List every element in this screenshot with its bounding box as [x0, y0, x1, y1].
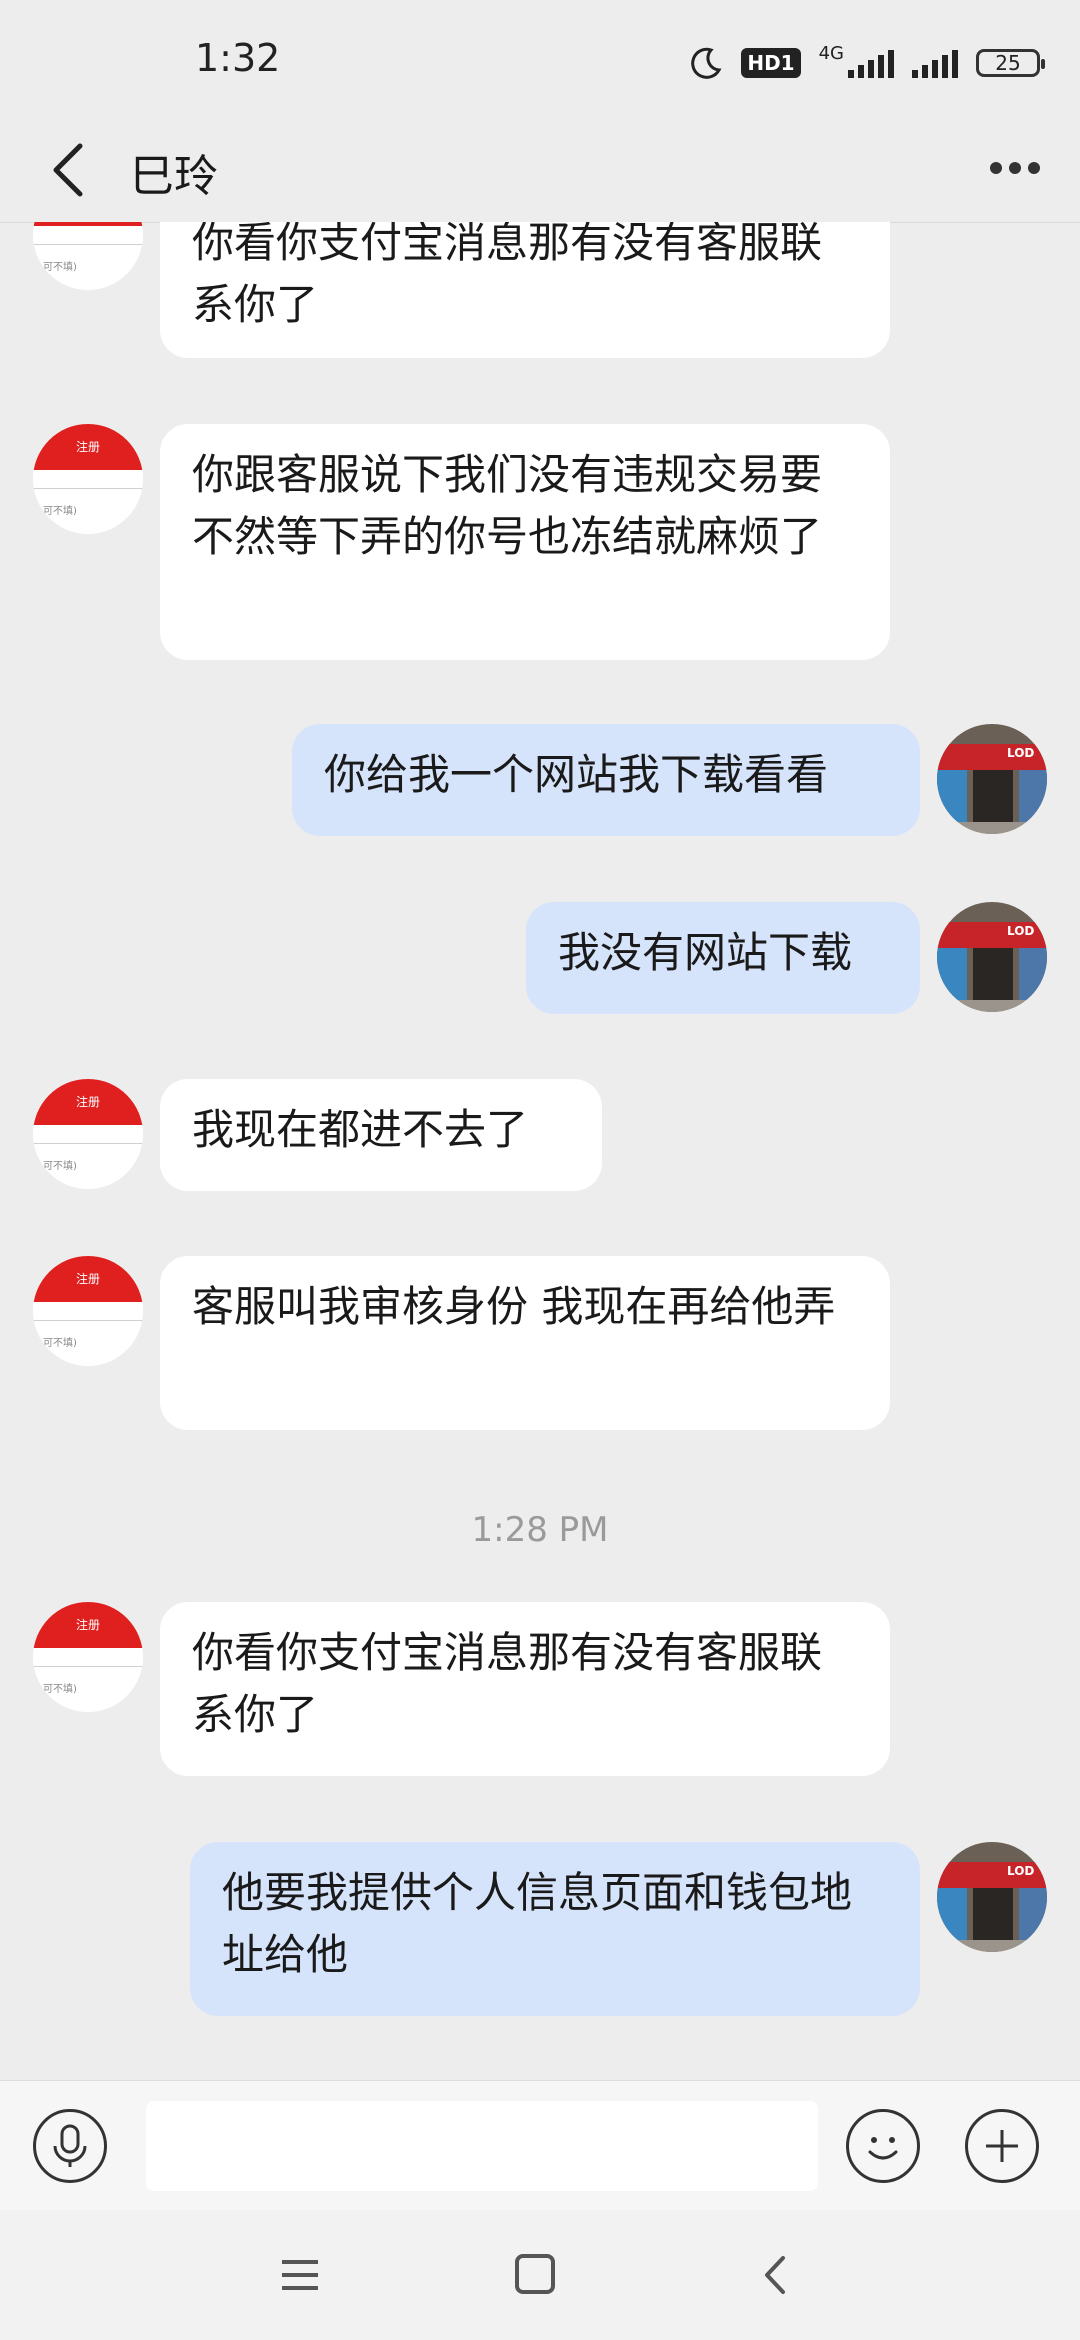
my-avatar[interactable]: LOD [937, 1842, 1047, 1952]
back-arrow-icon [53, 143, 83, 197]
back-nav-icon [765, 2256, 785, 2294]
status-time: 1:32 [195, 36, 281, 80]
message-timestamp: 1:28 PM [471, 1510, 609, 1550]
menu-icon [282, 2260, 318, 2290]
input-bar [0, 2080, 1080, 2211]
message-bubble-incoming[interactable]: 你跟客服说下我们没有违规交易要不然等下弄的你号也冻结就麻烦了 [160, 424, 890, 660]
my-avatar[interactable]: LOD [937, 724, 1047, 834]
more-dot [1009, 162, 1021, 174]
contact-avatar[interactable]: 注册 可不填) [33, 424, 143, 534]
message-bubble-outgoing[interactable]: 我没有网站下载 [526, 902, 920, 1014]
chat-header: 巳玲 [0, 120, 1080, 223]
avatar-label: 注册 [33, 1256, 143, 1302]
more-dots-icon [990, 162, 1002, 174]
avatar-sublabel: 可不填) [43, 262, 77, 273]
message-list[interactable]: 注册 可不填) 你看你支付宝消息那有没有客服联系你了 注册 可不填) 你跟客服说… [0, 222, 1080, 2080]
hd-badge: HD1 [741, 48, 801, 78]
back-button[interactable] [44, 130, 104, 210]
home-button[interactable] [505, 2250, 565, 2300]
avatar-label: 注册 [33, 1602, 143, 1648]
avatar-sublabel: 可不填) [43, 1684, 77, 1695]
contact-avatar[interactable]: 注册 可不填) [33, 1602, 143, 1712]
signal-icon [848, 48, 894, 78]
battery-icon: 25 [976, 49, 1045, 77]
avatar-sign-text: LOD [1007, 924, 1035, 938]
nav-back-button[interactable] [745, 2250, 805, 2300]
avatar-sign-text: LOD [1007, 746, 1035, 760]
emoji-icon [868, 2137, 898, 2160]
chat-title: 巳玲 [130, 151, 218, 202]
message-bubble-incoming[interactable]: 客服叫我审核身份 我现在再给他弄 [160, 1256, 890, 1430]
message-bubble-incoming[interactable]: 你看你支付宝消息那有没有客服联系你了 [160, 222, 890, 358]
avatar-label: 注册 [33, 424, 143, 470]
voice-button[interactable] [33, 2109, 107, 2183]
more-actions-button[interactable] [965, 2109, 1039, 2183]
system-nav-bar [0, 2210, 1080, 2340]
contact-avatar[interactable]: 注册 可不填) [33, 222, 143, 290]
message-bubble-outgoing[interactable]: 你给我一个网站我下载看看 [292, 724, 920, 836]
plus-icon [986, 2130, 1018, 2162]
my-avatar[interactable]: LOD [937, 902, 1047, 1012]
avatar-label: 注册 [33, 1079, 143, 1125]
contact-avatar[interactable]: 注册 可不填) [33, 1079, 143, 1189]
status-bar: 1:32 HD1 4G 25 [0, 0, 1080, 120]
avatar-sublabel: 可不填) [43, 506, 77, 517]
signal-icon [912, 48, 958, 78]
microphone-icon [53, 2124, 87, 2167]
avatar-sign-text: LOD [1007, 1864, 1035, 1878]
home-square-icon [515, 2254, 555, 2294]
avatar-sublabel: 可不填) [43, 1161, 77, 1172]
menu-button[interactable] [270, 2250, 330, 2300]
message-bubble-outgoing[interactable]: 他要我提供个人信息页面和钱包地址给他 [190, 1842, 920, 2016]
more-dot [1028, 162, 1040, 174]
contact-avatar[interactable]: 注册 可不填) [33, 1256, 143, 1366]
more-button[interactable] [980, 138, 1050, 198]
status-icons: HD1 4G 25 [689, 38, 1045, 88]
emoji-button[interactable] [846, 2109, 920, 2183]
message-bubble-incoming[interactable]: 我现在都进不去了 [160, 1079, 602, 1191]
network-type: 4G [818, 42, 844, 64]
moon-icon [691, 47, 722, 79]
message-bubble-incoming[interactable]: 你看你支付宝消息那有没有客服联系你了 [160, 1602, 890, 1776]
message-input[interactable] [146, 2101, 818, 2191]
avatar-sublabel: 可不填) [43, 1338, 77, 1349]
